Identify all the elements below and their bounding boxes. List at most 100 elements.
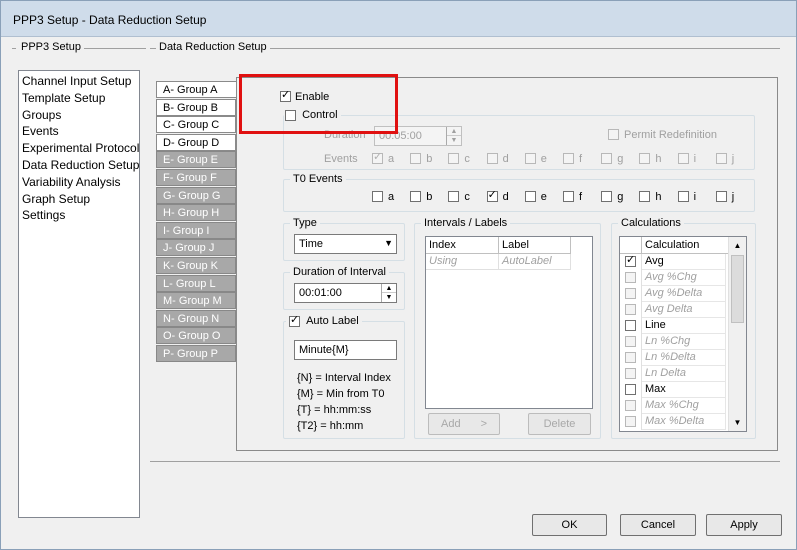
group-tab[interactable]: D- Group D bbox=[156, 133, 236, 151]
calculation-item[interactable]: Ln %Delta bbox=[642, 350, 726, 366]
calculation-item[interactable]: Max %Delta bbox=[642, 414, 726, 430]
group-tab[interactable]: C- Group C bbox=[156, 116, 236, 134]
t0-event-label: f bbox=[579, 191, 583, 203]
ok-button[interactable]: OK bbox=[532, 514, 607, 536]
calculation-item[interactable]: Avg %Delta bbox=[642, 286, 726, 302]
nav-item[interactable]: Events bbox=[20, 123, 140, 139]
nav-item[interactable]: Groups bbox=[20, 107, 140, 123]
t0-event-checkbox[interactable] bbox=[715, 191, 727, 202]
calculation-checkbox[interactable] bbox=[625, 384, 636, 395]
nav-item[interactable]: Variability Analysis bbox=[20, 174, 140, 190]
calculation-item[interactable]: Avg Delta bbox=[642, 302, 726, 318]
calculation-item[interactable]: Ln Delta bbox=[642, 366, 726, 382]
calculation-item[interactable]: Avg bbox=[642, 254, 726, 270]
control-event-checkbox[interactable] bbox=[677, 153, 689, 164]
t0-event-checkbox[interactable] bbox=[563, 191, 574, 202]
title-bar[interactable]: PPP3 Setup - Data Reduction Setup bbox=[1, 1, 796, 37]
calculations-list[interactable]: Calculation ✓ Avg Avg %Chg Avg %Delta Avg De… bbox=[619, 236, 747, 432]
control-event-checkbox[interactable] bbox=[601, 153, 613, 164]
column-header-label[interactable]: Label bbox=[499, 237, 571, 254]
control-event-checkbox[interactable] bbox=[448, 153, 460, 164]
control-event-checkbox[interactable] bbox=[410, 153, 422, 164]
control-event-checkbox[interactable] bbox=[715, 153, 727, 164]
t0-event-checkbox[interactable] bbox=[372, 191, 383, 202]
calculation-checkbox[interactable] bbox=[625, 400, 636, 411]
group-tab[interactable]: N- Group N bbox=[156, 309, 236, 327]
intervals-table[interactable]: Index Label Using AutoLabel bbox=[425, 236, 593, 409]
group-tab[interactable]: A- Group A bbox=[156, 81, 240, 98]
group-tab[interactable]: F- Group F bbox=[156, 169, 236, 186]
calculation-checkbox[interactable] bbox=[625, 288, 636, 299]
nav-item[interactable]: Data Reduction Setup bbox=[20, 157, 140, 173]
calculation-item[interactable]: Max %Chg bbox=[642, 398, 726, 414]
calculation-checkbox[interactable] bbox=[625, 320, 636, 331]
control-event-checkbox[interactable]: ✓ bbox=[372, 151, 383, 164]
chevron-right-icon: > bbox=[480, 418, 487, 430]
calculation-item[interactable]: Ln %Chg bbox=[642, 334, 726, 350]
chevron-down-icon[interactable]: ▼ bbox=[729, 414, 746, 431]
control-event-checkbox[interactable] bbox=[639, 153, 651, 164]
apply-button[interactable]: Apply bbox=[706, 514, 782, 536]
auto-label-input[interactable]: Minute{M} bbox=[294, 340, 397, 360]
calculation-item[interactable]: Max bbox=[642, 382, 726, 398]
group-tab[interactable]: H- Group H bbox=[156, 204, 236, 222]
group-tab[interactable]: K- Group K bbox=[156, 257, 236, 274]
control-event-checkbox[interactable] bbox=[563, 153, 574, 164]
calculation-checkbox[interactable] bbox=[625, 368, 636, 379]
group-tab[interactable]: M- Group M bbox=[156, 292, 236, 310]
group-tab[interactable]: O- Group O bbox=[156, 327, 236, 345]
t0-event-checkbox[interactable] bbox=[448, 191, 460, 202]
nav-item[interactable]: Channel Input Setup bbox=[20, 73, 140, 89]
delete-button[interactable]: Delete bbox=[528, 413, 591, 435]
legend-line: {T2} = hh:mm bbox=[297, 420, 364, 432]
permit-redefinition-checkbox[interactable] bbox=[608, 129, 619, 140]
calculation-item[interactable]: Line bbox=[642, 318, 726, 334]
auto-label-group: ✓ Auto Label Minute{M} {N} = Interval In… bbox=[283, 314, 405, 439]
t0-event-checkbox[interactable] bbox=[677, 191, 689, 202]
t0-event-checkbox[interactable]: ✓ bbox=[486, 189, 498, 202]
nav-item[interactable]: Graph Setup bbox=[20, 191, 140, 207]
calculation-checkbox[interactable] bbox=[625, 352, 636, 363]
duration-spinner-icon[interactable]: ▲ ▼ bbox=[446, 127, 461, 145]
group-tab[interactable]: E- Group E bbox=[156, 151, 236, 169]
group-tab[interactable]: L- Group L bbox=[156, 274, 236, 292]
t0-event-label: i bbox=[693, 191, 697, 203]
calculation-item[interactable]: Avg %Chg bbox=[642, 270, 726, 286]
group-tab[interactable]: G- Group G bbox=[156, 186, 236, 204]
add-button[interactable]: Add > bbox=[428, 413, 500, 435]
group-tab[interactable]: J- Group J bbox=[156, 239, 236, 257]
interval-spinner-icon[interactable]: ▲ ▼ bbox=[381, 284, 396, 302]
duration-interval-group: Duration of Interval 00:01:00 ▲ ▼ bbox=[283, 266, 405, 310]
calculation-checkbox[interactable] bbox=[625, 336, 636, 347]
nav-list: Channel Input Setup Template Setup Groups E… bbox=[18, 70, 140, 518]
column-header-index[interactable]: Index bbox=[426, 237, 499, 254]
group-tab[interactable]: I- Group I bbox=[156, 221, 236, 239]
t0-event-label: e bbox=[540, 191, 547, 203]
scrollbar[interactable]: ▲ ▼ bbox=[728, 237, 746, 431]
duration-interval-input[interactable]: 00:01:00 ▲ ▼ bbox=[294, 283, 397, 303]
calculation-checkbox[interactable]: ✓ bbox=[625, 254, 636, 267]
nav-item[interactable]: Experimental Protocol bbox=[20, 140, 140, 156]
control-event-checkbox[interactable] bbox=[486, 153, 498, 164]
t0-event-checkbox[interactable] bbox=[639, 191, 651, 202]
control-event-checkbox[interactable] bbox=[524, 153, 536, 164]
auto-label-checkbox[interactable]: ✓ bbox=[289, 314, 300, 327]
calculation-checkbox[interactable] bbox=[625, 304, 636, 315]
scrollbar-thumb[interactable] bbox=[731, 255, 744, 323]
group-tab[interactable]: P- Group P bbox=[156, 345, 236, 362]
type-select[interactable]: Time ▼ bbox=[294, 234, 397, 254]
group-tab[interactable]: B- Group B bbox=[156, 98, 236, 116]
t0-event-label: d bbox=[502, 191, 509, 203]
nav-item[interactable]: Settings bbox=[20, 207, 140, 223]
t0-event-checkbox[interactable] bbox=[410, 191, 422, 202]
calculations-header[interactable]: Calculation bbox=[642, 237, 728, 254]
calculation-checkbox[interactable] bbox=[625, 416, 636, 427]
t0-event-checkbox[interactable] bbox=[601, 191, 613, 202]
chevron-up-icon[interactable]: ▲ bbox=[729, 237, 746, 254]
nav-item[interactable]: Template Setup bbox=[20, 90, 140, 106]
cancel-button[interactable]: Cancel bbox=[620, 514, 696, 536]
t0-event-checkbox[interactable] bbox=[524, 191, 536, 202]
legend-line: {M} = Min from T0 bbox=[297, 388, 385, 400]
calculation-checkbox[interactable] bbox=[625, 272, 636, 283]
window-client: PPP3 Setup Channel Input Setup Template S… bbox=[8, 37, 789, 545]
